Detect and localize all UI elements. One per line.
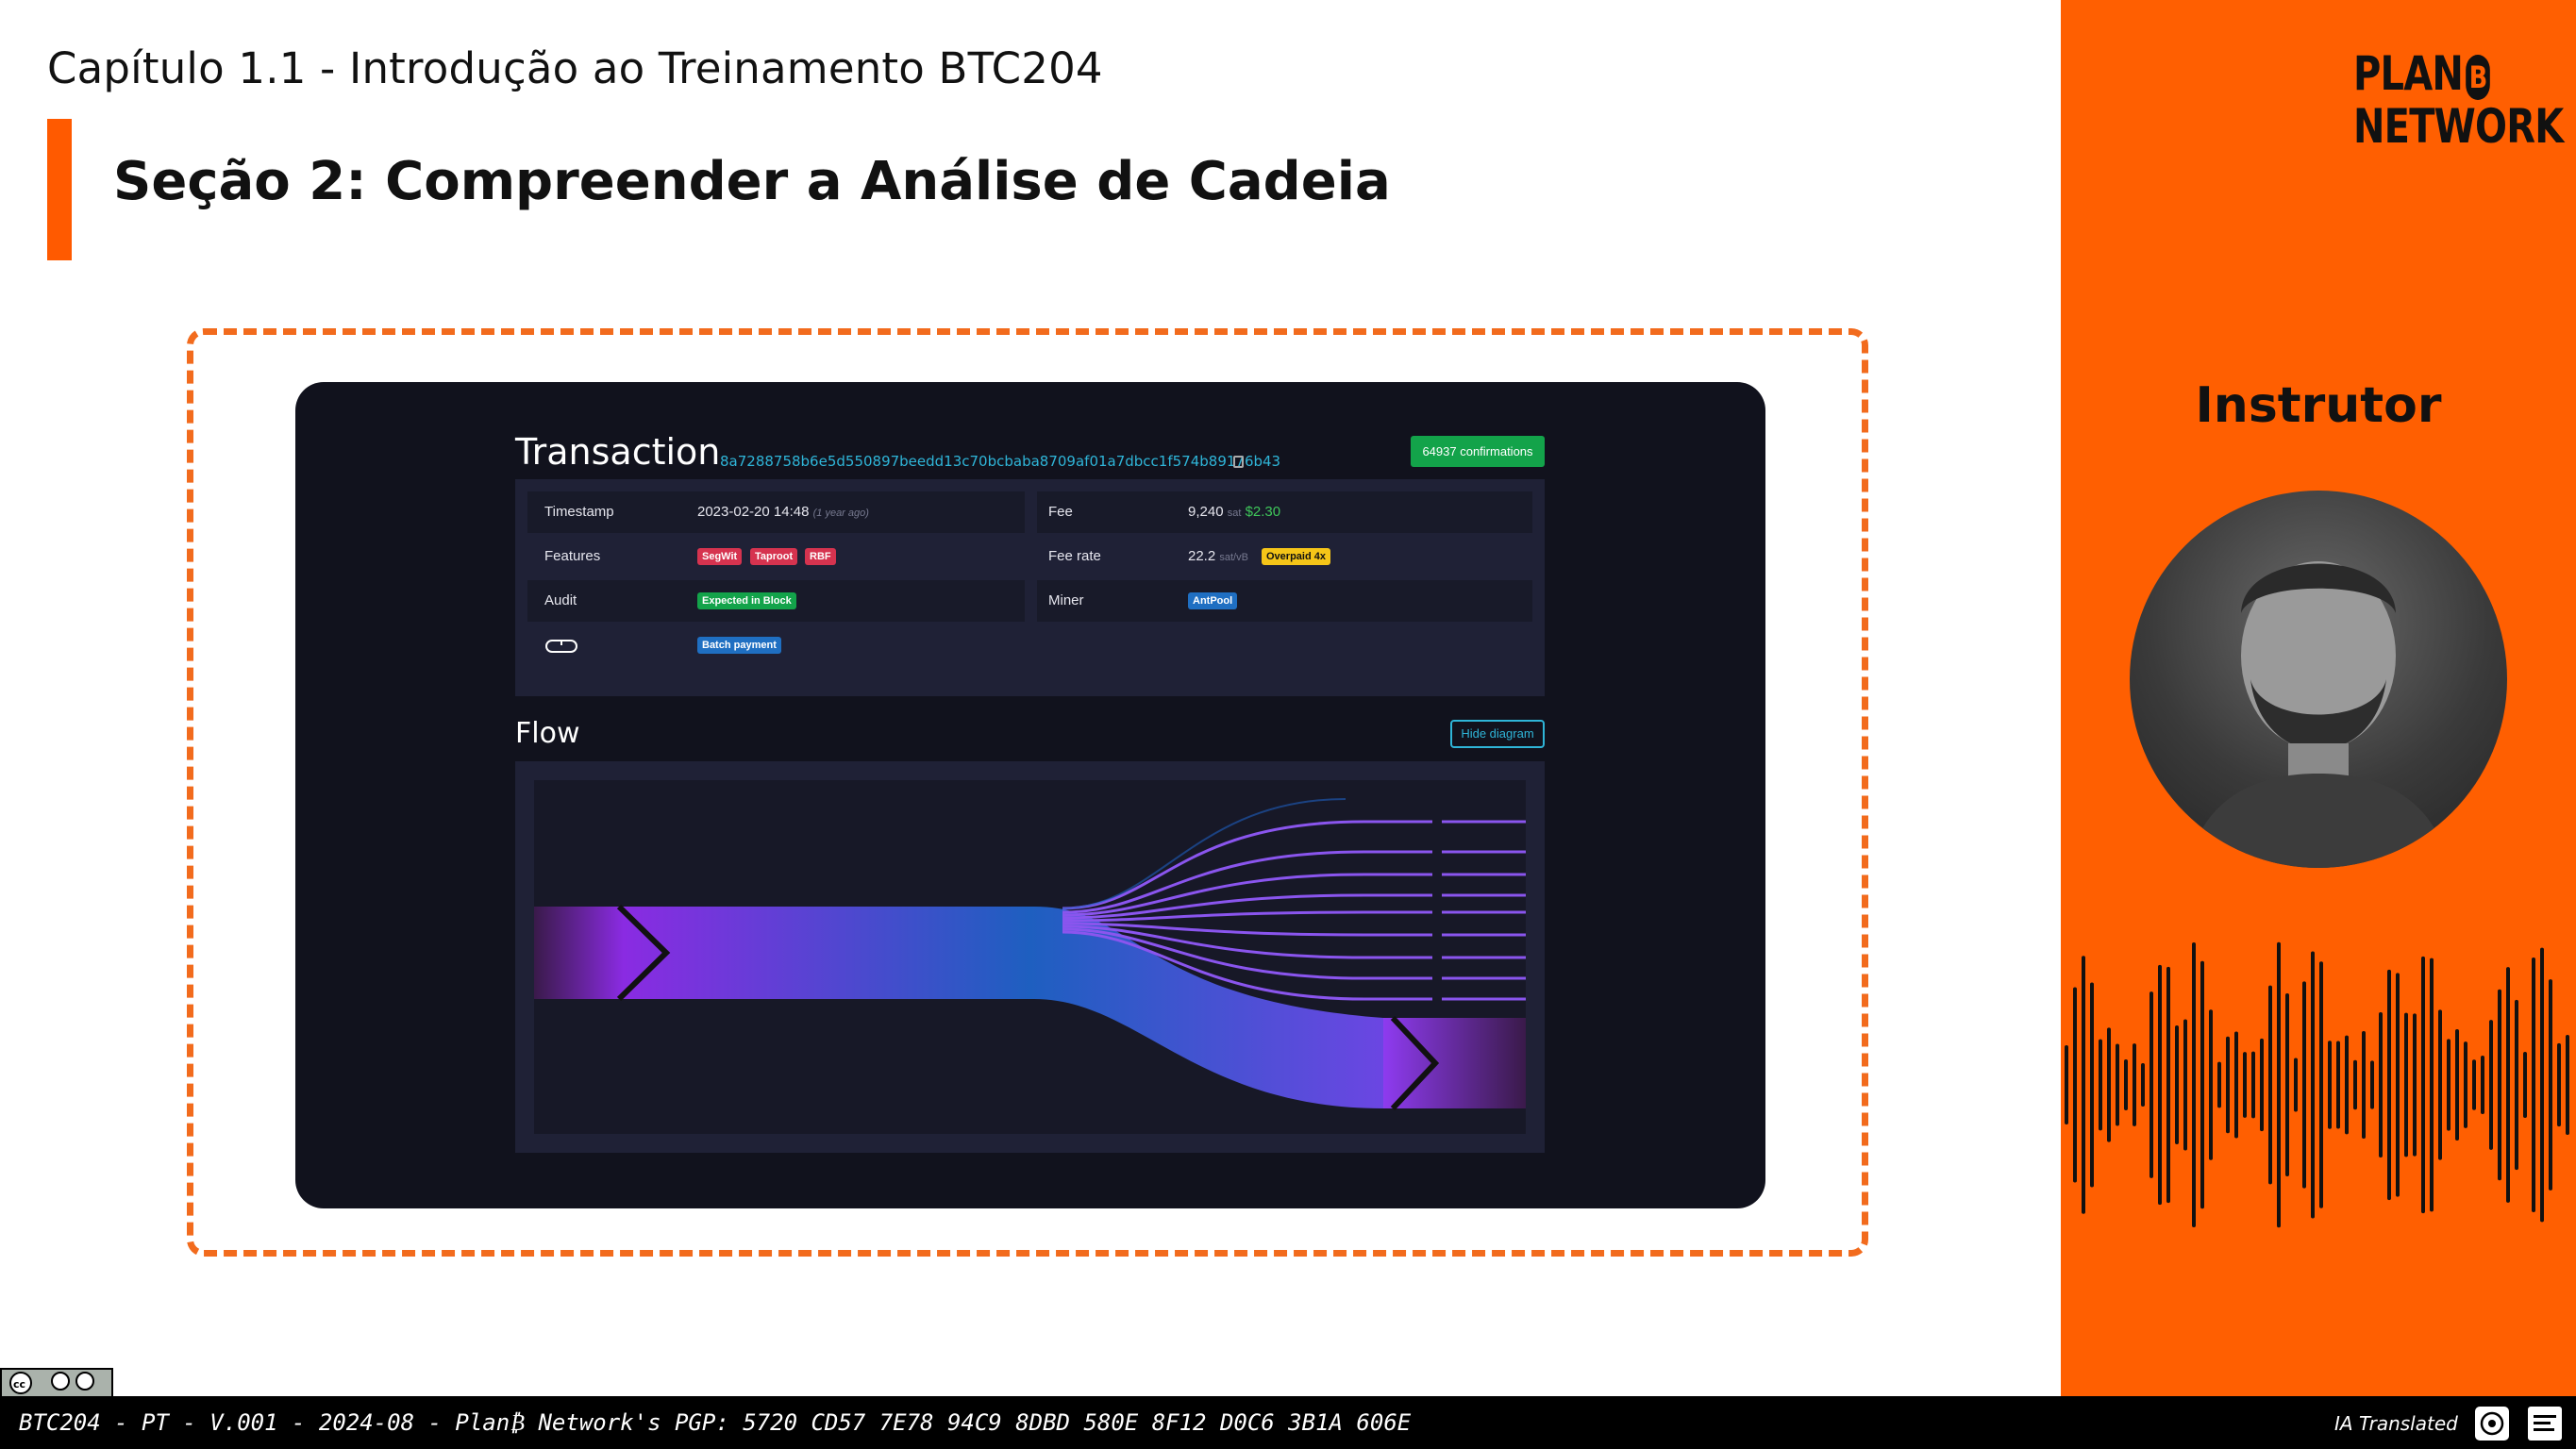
timestamp-label: Timestamp	[544, 504, 614, 520]
fee-usd: $2.30	[1245, 504, 1281, 520]
overpaid-badge[interactable]: Overpaid 4x	[1262, 548, 1330, 565]
miner-row: Miner AntPool	[1037, 580, 1532, 622]
audit-badge[interactable]: Expected in Block	[697, 592, 796, 609]
flow-heading: Flow	[515, 717, 580, 750]
audit-label: Audit	[544, 592, 577, 608]
flow-panel	[515, 761, 1545, 1153]
fee-label: Fee	[1048, 504, 1073, 520]
flow-diagram-svg	[534, 798, 1526, 1111]
batch-row: Batch payment	[527, 625, 1025, 666]
instructor-avatar	[2130, 491, 2507, 868]
svg-text:cc: cc	[13, 1378, 25, 1391]
feature-badge-taproot[interactable]: Taproot	[750, 548, 798, 565]
flow-diagram[interactable]	[534, 780, 1526, 1134]
transaction-details-panel: Timestamp 2023-02-20 14:48 (1 year ago) …	[515, 479, 1545, 696]
glasses-icon	[545, 640, 577, 653]
fee-rate-value: 22.2 sat/vB	[1188, 548, 1248, 564]
chapter-title: Capítulo 1.1 - Introdução ao Treinamento…	[47, 43, 1103, 93]
plan-b-network-logo: PLAN B NETWORK	[2353, 46, 2564, 154]
features-row: Features SegWit Taproot RBF	[527, 536, 1025, 577]
timestamp-ago: (1 year ago)	[812, 508, 869, 519]
timestamp-row: Timestamp 2023-02-20 14:48 (1 year ago)	[527, 491, 1025, 533]
audio-waveform	[2065, 941, 2569, 1228]
fee-row: Fee 9,240 sat $2.30	[1037, 491, 1532, 533]
audit-row: Audit Expected in Block	[527, 580, 1025, 622]
fee-rate-row: Fee rate 22.2 sat/vB Overpaid 4x	[1037, 536, 1532, 577]
sidebar: PLAN B NETWORK Instrutor	[2061, 0, 2576, 1396]
creative-commons-badge: cc	[0, 1368, 113, 1398]
bitcoin-b-icon: B	[2466, 54, 2490, 100]
section-accent-bar	[47, 119, 72, 260]
transaction-screenshot: Transaction 8a7288758b6e5d550897beedd13c…	[295, 382, 1765, 1208]
main-flow-band	[534, 907, 1526, 1108]
miner-label: Miner	[1048, 592, 1084, 608]
transaction-heading: Transaction	[515, 431, 721, 473]
fee-value: 9,240 sat $2.30	[1188, 504, 1281, 520]
hide-diagram-button[interactable]: Hide diagram	[1450, 720, 1545, 748]
footer-pgp-text: BTC204 - PT - V.001 - 2024-08 - Plan₿ Ne…	[19, 1409, 1412, 1436]
features-label: Features	[544, 548, 601, 564]
transaction-hash-link[interactable]: 8a7288758b6e5d550897beedd13c70bcbaba8709…	[720, 453, 1280, 470]
instructor-label: Instrutor	[2195, 377, 2442, 434]
feature-badge-rbf[interactable]: RBF	[805, 548, 836, 565]
footer: BTC204 - PT - V.001 - 2024-08 - Plan₿ Ne…	[0, 1396, 2576, 1449]
fee-rate-label: Fee rate	[1048, 548, 1101, 564]
miner-badge[interactable]: AntPool	[1188, 592, 1238, 609]
ia-translated-label: IA Translated	[2334, 1412, 2458, 1435]
feature-badge-segwit[interactable]: SegWit	[697, 548, 743, 565]
timestamp-value: 2023-02-20 14:48 (1 year ago)	[697, 504, 869, 520]
confirmations-badge: 64937 confirmations	[1411, 436, 1545, 467]
copy-icon[interactable]	[1233, 456, 1244, 468]
translator-icon	[2528, 1407, 2562, 1441]
openai-icon	[2475, 1407, 2509, 1441]
batch-payment-badge[interactable]: Batch payment	[697, 637, 781, 654]
section-title: Seção 2: Compreender a Análise de Cadeia	[113, 151, 1391, 212]
